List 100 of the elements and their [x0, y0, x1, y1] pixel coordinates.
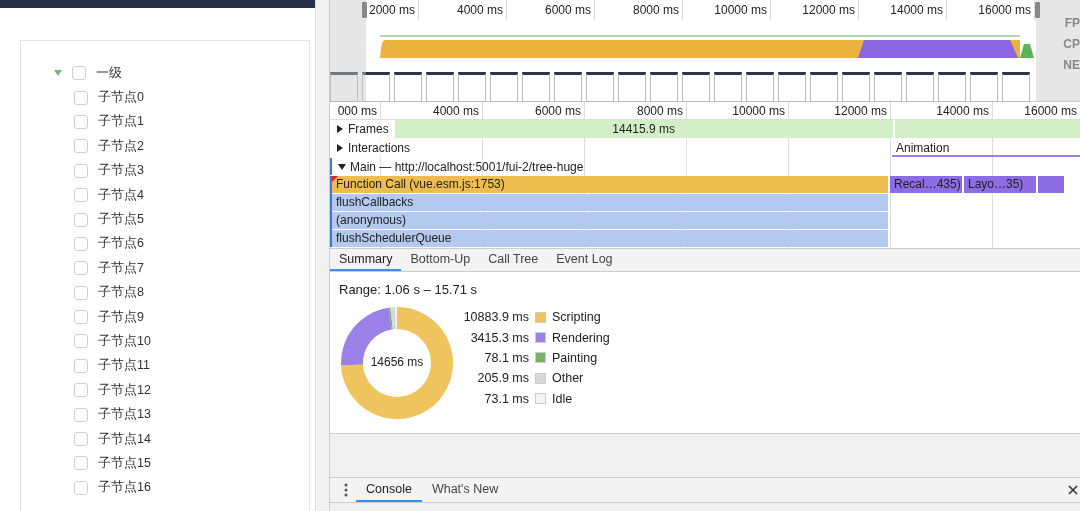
screenshot-thumbnail: [778, 72, 806, 102]
tree-node-label[interactable]: 子节点9: [98, 308, 144, 326]
tree-node-label[interactable]: 子节点2: [98, 137, 144, 155]
legend-label: Other: [552, 371, 584, 386]
flame-bar[interactable]: flushCallbacks: [332, 194, 888, 211]
time-tick-label: 12000 ms: [834, 103, 887, 118]
tree-node-label[interactable]: 一级: [96, 64, 122, 82]
legend-value: 205.9 ms: [476, 371, 529, 386]
time-tick-label: 10000 ms: [732, 103, 785, 118]
screenshot-thumbnail: [970, 72, 998, 102]
track-label: CP: [1063, 37, 1080, 51]
animation-interaction: Animation: [892, 139, 1080, 157]
checkbox[interactable]: [74, 334, 88, 349]
close-icon[interactable]: [1068, 485, 1078, 495]
time-tick-label: 2000 ms: [368, 3, 415, 17]
time-tick-label: 8000 ms: [632, 3, 679, 17]
tree-node-label[interactable]: 子节点5: [98, 211, 144, 229]
tree-node-label[interactable]: 子节点11: [98, 357, 150, 375]
panel-tab[interactable]: Call Tree: [479, 249, 548, 271]
range-handle[interactable]: [1035, 2, 1040, 18]
checkbox[interactable]: [74, 432, 88, 447]
tree-node-label[interactable]: 子节点12: [98, 381, 151, 399]
drawer-tab[interactable]: What's New: [421, 478, 509, 502]
tree-node-label[interactable]: 子节点4: [98, 186, 144, 204]
checkbox[interactable]: [74, 163, 88, 178]
frame-bar: 14415.9 ms: [394, 120, 893, 138]
flame-bar[interactable]: flushSchedulerQueue: [332, 230, 888, 247]
checkbox[interactable]: [74, 358, 88, 373]
tree-node-label[interactable]: 子节点8: [98, 284, 144, 302]
screenshot-thumbnail: [1002, 72, 1030, 102]
screenshot-thumbnail: [618, 72, 646, 102]
expand-arrow-icon[interactable]: [54, 69, 62, 78]
range-text: Range: 1.06 s – 15.71 s: [339, 282, 479, 297]
checkbox[interactable]: [74, 261, 88, 276]
legend-label: Idle: [552, 391, 573, 406]
legend-value: 3415.3 ms: [469, 330, 529, 345]
screenshot-thumbnail: [522, 72, 550, 102]
checkbox[interactable]: [74, 310, 88, 325]
flame-bar[interactable]: Layo…35): [964, 176, 1036, 193]
checkbox[interactable]: [74, 236, 88, 251]
tree-node-label[interactable]: 子节点10: [98, 333, 151, 350]
tree-node-label[interactable]: 子节点1: [98, 113, 144, 131]
checkbox[interactable]: [74, 285, 88, 300]
panel-tab[interactable]: Summary: [330, 249, 402, 271]
time-tick-label: 10000 ms: [714, 3, 767, 17]
screenshot-thumbnail: [874, 72, 902, 102]
screenshot-thumbnail: [714, 72, 742, 102]
checkbox[interactable]: [74, 90, 88, 105]
range-handle[interactable]: [362, 2, 367, 18]
tree-node-label[interactable]: 子节点14: [98, 430, 151, 448]
time-tick-label: 6000 ms: [544, 3, 591, 17]
tree-node-label[interactable]: 子节点13: [98, 406, 151, 424]
tree-node-label[interactable]: 子节点7: [98, 259, 144, 277]
total-time: 14656 ms: [369, 355, 425, 369]
tree-node-label[interactable]: 子节点6: [98, 235, 144, 253]
screenshot-thumbnail: [490, 72, 518, 102]
more-menu-icon[interactable]: [344, 483, 348, 497]
checkbox[interactable]: [74, 139, 88, 154]
legend-value: 78.1 ms: [483, 350, 529, 365]
screenshot-thumbnail: [586, 72, 614, 102]
time-tick-label: 8000 ms: [636, 103, 683, 118]
screenshot-thumbnail: [938, 72, 966, 102]
screenshot-thumbnail: [746, 72, 774, 102]
flame-bar[interactable]: [1038, 176, 1064, 193]
time-tick-label: 000 ms: [337, 103, 377, 118]
legend-label: Rendering: [552, 330, 610, 345]
splitter-bar[interactable]: [315, 0, 330, 511]
screenshot-thumbnail: [682, 72, 710, 102]
checkbox[interactable]: [74, 456, 88, 471]
checkbox[interactable]: [74, 407, 88, 422]
tree-node-label[interactable]: 子节点15: [98, 454, 151, 472]
checkbox[interactable]: [74, 212, 88, 227]
checkbox[interactable]: [74, 114, 88, 129]
screenshot-thumbnail: [650, 72, 678, 102]
time-tick-label: 14000 ms: [890, 3, 943, 17]
panel-tab[interactable]: Event Log: [547, 249, 622, 271]
screenshot-thumbnail: [458, 72, 486, 102]
screenshot-thumbnail: [394, 72, 422, 102]
tree-node-label[interactable]: 子节点0: [98, 89, 144, 107]
tree-node-label[interactable]: 子节点3: [98, 162, 144, 180]
legend-value: 73.1 ms: [483, 391, 529, 406]
flame-bar[interactable]: Function Call (vue.esm.js:1753): [332, 176, 888, 193]
screenshot-thumbnail: [362, 72, 390, 102]
track-label: NE: [1063, 58, 1080, 72]
panel-tab[interactable]: Bottom-Up: [401, 249, 480, 271]
time-tick-label: 12000 ms: [802, 3, 855, 17]
time-tick-label: 6000 ms: [534, 103, 581, 118]
flame-bar[interactable]: (anonymous): [332, 212, 888, 229]
disclosure-icon[interactable]: [336, 144, 344, 152]
tree-node-label[interactable]: 子节点16: [98, 479, 151, 497]
checkbox[interactable]: [74, 383, 88, 398]
disclosure-icon[interactable]: [336, 125, 344, 133]
legend-label: Scripting: [552, 310, 601, 325]
screenshot-thumbnail: [426, 72, 454, 102]
checkbox[interactable]: [74, 480, 88, 495]
checkbox[interactable]: [74, 188, 88, 203]
disclosure-icon[interactable]: [338, 162, 346, 171]
checkbox[interactable]: [72, 66, 86, 81]
flame-bar[interactable]: Recal…435): [890, 176, 962, 193]
screenshot-thumbnail: [810, 72, 838, 102]
